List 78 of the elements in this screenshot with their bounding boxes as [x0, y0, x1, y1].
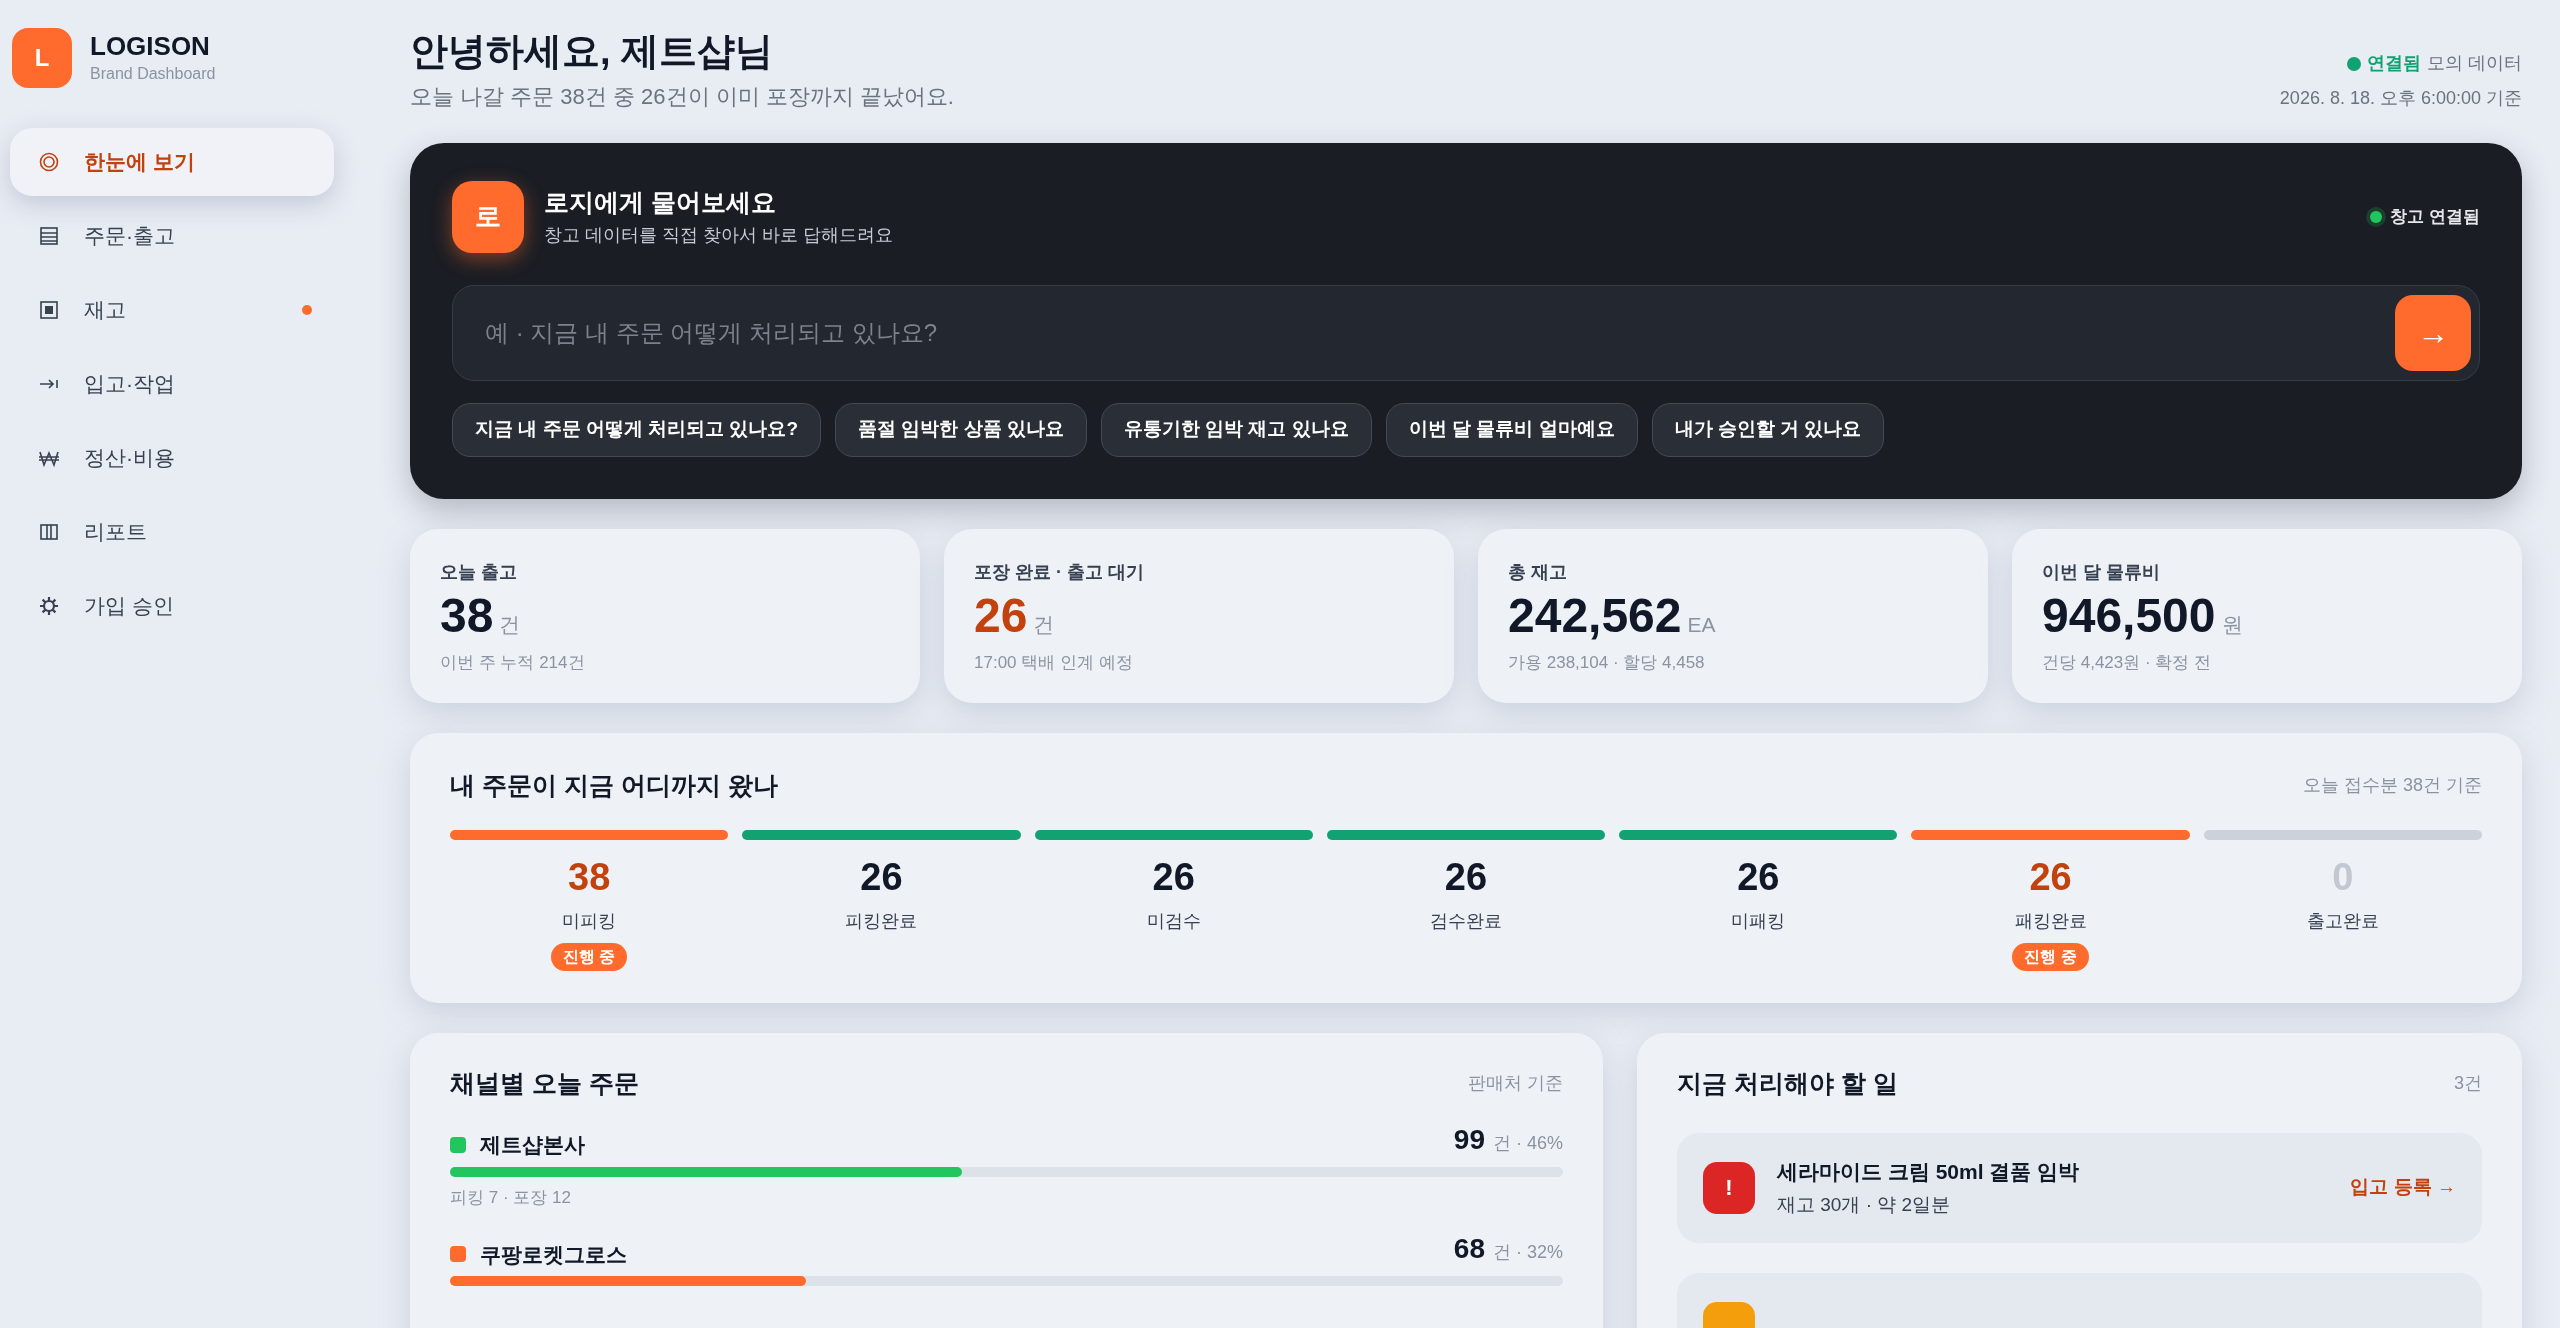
channel-detail: 피킹 7 · 포장 12	[450, 1186, 572, 1209]
section-note: 오늘 접수분 38건 기준	[2302, 773, 2482, 797]
channel-share: 건 · 46%	[1492, 1131, 1563, 1155]
stage-count: 26	[1444, 858, 1488, 896]
section-title: 지금 처리해야 할 일	[1677, 1068, 1898, 1099]
timestamp: 2026. 8. 18. 오후 6:00:00 기준	[2279, 87, 2522, 110]
assistant-title: 로지에게 물어보세요	[544, 187, 777, 219]
stage-count: 38	[568, 858, 611, 896]
channel-share: 건 · 32%	[1492, 1241, 1563, 1264]
page-subtitle: 오늘 나갈 주문 38건 중 26건이 이미 포장까지 끝났어요.	[410, 82, 954, 111]
target-icon	[38, 151, 60, 173]
kpi-value: 38	[440, 591, 494, 640]
brand-logo: L	[12, 28, 72, 88]
suggestion-chip[interactable]: 품절 임박한 상품 있나요	[835, 402, 1087, 457]
stage-label: 피킹완료	[845, 910, 918, 933]
stage-count: 26	[2029, 858, 2072, 896]
box-icon	[38, 299, 60, 321]
settings-icon	[38, 595, 60, 617]
progress-badge: 진행 중	[2012, 943, 2089, 971]
channel-count: 99	[1453, 1122, 1485, 1157]
kpi-label: 총 재고	[1508, 560, 1568, 584]
sidebar-item[interactable]: 입고·작업	[10, 350, 334, 418]
task-action-link[interactable]: 입고 등록 →	[2350, 1173, 2456, 1202]
suggestion-chip[interactable]: 유통기한 임박 재고 있나요	[1100, 402, 1372, 457]
connection-status: 연결됨	[2367, 52, 2421, 75]
section-title: 내 주문이 지금 어디까지 왔나	[450, 769, 778, 801]
kpi-value: 946,500	[2042, 591, 2216, 640]
channel-count: 68	[1453, 1232, 1485, 1266]
kpi-unit: EA	[1687, 611, 1716, 638]
kpi-value: 242,562	[1508, 591, 1682, 640]
stage-label: 검수완료	[1430, 910, 1502, 933]
kpi-note: 가용 238,104 · 할당 4,458	[1508, 652, 1706, 674]
task-count: 3건	[2454, 1072, 2482, 1096]
alert-icon: !	[1703, 1161, 1755, 1214]
sidebar-item[interactable]: 리포트	[10, 498, 334, 566]
task-title: 세라마이드 크림 50ml 결품 임박	[1777, 1158, 2081, 1185]
kpi-label: 이번 달 물류비	[2042, 560, 2161, 584]
assistant-subtitle: 창고 데이터를 직접 찾아서 바로 답해드려요	[544, 223, 893, 247]
kpi-unit: 건	[1033, 611, 1055, 638]
stage-label: 미패킹	[1731, 910, 1786, 933]
channel-name: 제트샵본사	[480, 1132, 585, 1158]
suggestion-chip[interactable]: 내가 승인할 거 있나요	[1651, 402, 1885, 457]
kpi-note: 17:00 택배 인계 예정	[974, 652, 1134, 674]
stage-label: 출고완료	[2306, 910, 2379, 933]
suggestion-chip[interactable]: 이번 달 물류비 얼마예요	[1385, 402, 1638, 457]
warehouse-status: 창고 연결됨	[2390, 205, 2480, 228]
sidebar-item[interactable]: 정산·비용	[10, 424, 334, 492]
sidebar-item[interactable]: 가입 승인	[10, 572, 334, 640]
columns-icon	[38, 521, 60, 543]
sidebar-item[interactable]: 한눈에 보기	[10, 128, 334, 196]
kpi-note: 건당 4,423원 · 확정 전	[2042, 652, 2213, 674]
kpi-label: 포장 완료 · 출고 대기	[974, 560, 1145, 584]
page-title: 안녕하세요, 제트샵님	[410, 29, 775, 74]
stage-label: 미검수	[1146, 910, 1201, 933]
stage-count: 26	[1737, 858, 1780, 896]
data-source-label: 모의 데이터	[2427, 52, 2522, 75]
kpi-label: 오늘 출고	[440, 560, 518, 584]
brand-name: LOGISON	[90, 29, 211, 63]
sidebar-item[interactable]: 주문·출고	[10, 202, 334, 270]
stage-count: 26	[860, 858, 903, 896]
brand-subtitle: Brand Dashboard	[90, 64, 216, 85]
kpi-unit: 건	[499, 611, 521, 638]
stage-label: 미피킹	[562, 910, 617, 933]
channel-name: 쿠팡로켓그로스	[480, 1241, 627, 1268]
sidebar-item[interactable]: 재고	[10, 276, 334, 344]
task-detail: 재고 30개 · 약 2일분	[1777, 1193, 1952, 1217]
stage-count: 26	[1152, 858, 1195, 896]
section-note: 판매처 기준	[1468, 1072, 1563, 1096]
kpi-unit: 원	[2221, 611, 2243, 638]
progress-badge: 진행 중	[550, 943, 628, 971]
stage-label: 패킹완료	[2014, 910, 2087, 933]
suggestion-chip[interactable]: 지금 내 주문 어떻게 처리되고 있나요?	[452, 402, 821, 457]
kpi-value: 26	[974, 591, 1028, 640]
list-icon	[38, 225, 60, 247]
section-title: 채널별 오늘 주문	[450, 1068, 639, 1099]
kpi-note: 이번 주 누적 214건	[440, 652, 586, 674]
assistant-avatar: 로	[452, 180, 524, 253]
task-item[interactable]: ! 세라마이드 크림 50ml 결품 임박 재고 30개 · 약 2일분 입고 등록 →	[1677, 1132, 2482, 1243]
